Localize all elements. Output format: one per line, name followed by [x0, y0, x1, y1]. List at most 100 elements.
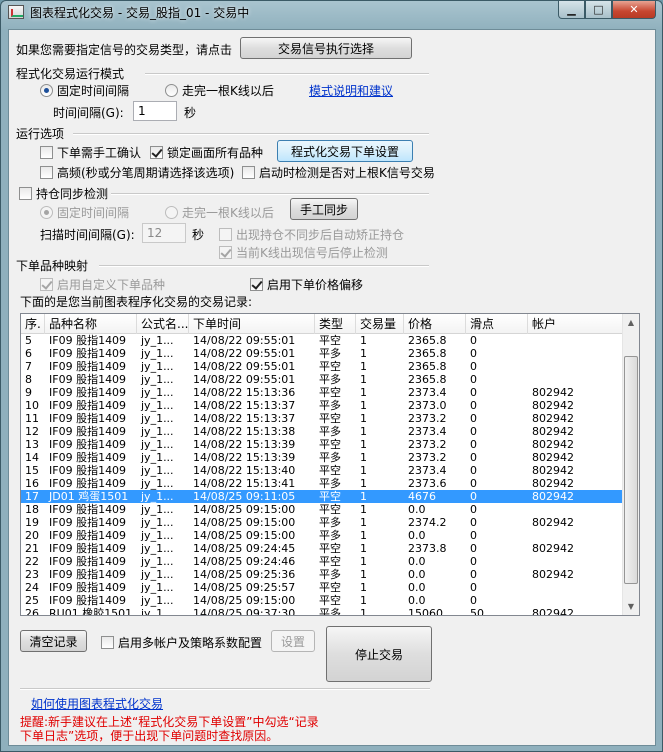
run-mode-divider — [145, 73, 429, 75]
table-row[interactable]: 18 IF09 股指1409 jy_1... 14/08/25 09:15:00 平空 1… — [21, 503, 623, 516]
tip-line-2: 下单日志”选项，便于出现下单问题时查找原因。 — [20, 729, 279, 743]
table-row[interactable]: 24 IF09 股指1409 jy_1... 14/08/25 09:25:57 平空 1… — [21, 581, 623, 594]
manual-confirm-checkbox[interactable]: 下单需手工确认 — [40, 144, 141, 161]
table-cell: IF09 股指1409 — [49, 438, 127, 451]
table-cell: 24 — [25, 581, 39, 594]
column-header[interactable]: 价格 — [404, 314, 466, 334]
table-cell: IF09 股指1409 — [49, 529, 127, 542]
settings-button[interactable]: 设置 — [271, 630, 315, 652]
table-cell: IF09 股指1409 — [49, 503, 127, 516]
table-cell: 0 — [470, 516, 477, 529]
close-button[interactable]: ✕ — [612, 1, 656, 19]
column-header[interactable]: 滑点 — [466, 314, 528, 334]
sync-fixed-option[interactable]: 固定时间间隔 — [40, 204, 129, 221]
table-cell: 13 — [25, 438, 39, 451]
table-cell: 0 — [470, 503, 477, 516]
stop-trading-button[interactable]: 停止交易 — [326, 626, 432, 682]
custom-symbol-checkbox[interactable]: 启用自定义下单品种 — [40, 276, 165, 293]
checkbox-icon — [242, 166, 255, 179]
auto-correct-checkbox[interactable]: 出现持仓不同步后自动矫正持仓 — [219, 226, 404, 243]
table-cell: 平多 — [319, 451, 341, 464]
trade-records-table[interactable]: 序. 品种名称 公式名... 下单时间 类型 交易量 价格 滑点 帐户 5 IF09 股指1409… — [20, 313, 640, 616]
table-cell: 25 — [25, 594, 39, 607]
manual-sync-button[interactable]: 手工同步 — [290, 198, 358, 220]
table-cell: 1 — [360, 438, 367, 451]
multi-account-checkbox[interactable]: 启用多帐户及策略系数配置 — [101, 634, 262, 651]
table-row[interactable]: 5 IF09 股指1409 jy_1... 14/08/22 09:55:01 平空 1 2… — [21, 334, 623, 347]
table-row[interactable]: 12 IF09 股指1409 jy_1... 14/08/22 15:13:38 平多 1… — [21, 425, 623, 438]
column-header[interactable]: 类型 — [315, 314, 356, 334]
table-cell — [528, 347, 623, 360]
position-sync-divider — [111, 193, 429, 195]
maximize-button[interactable]: □ — [585, 1, 612, 19]
column-header[interactable]: 交易量 — [356, 314, 404, 334]
chart-app-icon — [8, 5, 24, 19]
table-cell: 0 — [470, 438, 477, 451]
table-cell: jy_1... — [141, 490, 174, 503]
mode-help-link[interactable]: 模式说明和建议 — [309, 82, 393, 99]
signal-select-button[interactable]: 交易信号执行选择 — [240, 37, 412, 59]
table-cell: 1 — [360, 451, 367, 464]
run-mode-bar-option[interactable]: 走完一根K线以后 — [165, 82, 274, 99]
table-cell: IF09 股指1409 — [49, 373, 127, 386]
table-row[interactable]: 14 IF09 股指1409 jy_1... 14/08/22 15:13:39 平多 1… — [21, 451, 623, 464]
table-row[interactable]: 20 IF09 股指1409 jy_1... 14/08/25 09:15:00 平多 1… — [21, 529, 623, 542]
table-row[interactable]: 6 IF09 股指1409 jy_1... 14/08/22 09:55:01 平多 1 2… — [21, 347, 623, 360]
table-row[interactable]: 19 IF09 股指1409 jy_1... 14/08/25 09:15:00 平多 1… — [21, 516, 623, 529]
table-row[interactable]: 25 IF09 股指1409 jy_1... 14/08/25 09:15:00 平空 1… — [21, 594, 623, 607]
table-row[interactable]: 16 IF09 股指1409 jy_1... 14/08/22 15:13:41 平多 1… — [21, 477, 623, 490]
clear-records-button[interactable]: 清空记录 — [20, 630, 87, 652]
table-cell: JD01 鸡蛋1501 — [49, 490, 129, 503]
minimize-button[interactable]: ▁ — [558, 1, 585, 19]
title-bar[interactable]: 图表程式化交易 - 交易_股指_01 - 交易中 ▁ □ ✕ — [1, 1, 662, 23]
table-cell: 0 — [470, 581, 477, 594]
table-row[interactable]: 13 IF09 股指1409 jy_1... 14/08/22 15:13:39 平空 1… — [21, 438, 623, 451]
table-row[interactable]: 10 IF09 股指1409 jy_1... 14/08/22 15:13:37 平多 1… — [21, 399, 623, 412]
scan-interval-input[interactable]: 12 — [142, 223, 186, 243]
table-cell: 802942 — [532, 542, 574, 555]
table-row[interactable]: 26 RU01 橡胶1501 jy_1... 14/08/25 09:37:30 平多 1… — [21, 607, 623, 616]
scroll-up-button[interactable]: ▲ — [623, 314, 639, 331]
order-settings-button[interactable]: 程式化交易下单设置 — [277, 140, 413, 162]
table-cell: 14/08/25 09:37:30 — [193, 607, 296, 616]
table-row[interactable]: 9 IF09 股指1409 jy_1... 14/08/22 15:13:36 平空 1 2… — [21, 386, 623, 399]
table-cell: 平空 — [319, 412, 341, 425]
column-header[interactable]: 品种名称 — [45, 314, 137, 334]
scroll-thumb[interactable] — [624, 356, 638, 584]
table-row[interactable]: 7 IF09 股指1409 jy_1... 14/08/22 09:55:01 平空 1 2… — [21, 360, 623, 373]
lock-all-checkbox[interactable]: 锁定画面所有品种 — [150, 144, 263, 161]
table-cell: IF09 股指1409 — [49, 542, 127, 555]
check-last-bar-checkbox[interactable]: 启动时检测是否对上根K信号交易 — [242, 164, 435, 181]
table-row[interactable]: 17 JD01 鸡蛋1501 jy_1... 14/08/25 09:11:05 平空 1… — [21, 490, 623, 503]
table-cell: 14/08/25 09:25:57 — [193, 581, 296, 594]
column-header[interactable]: 公式名... — [137, 314, 189, 334]
howto-link[interactable]: 如何使用图表程式化交易 — [31, 695, 163, 712]
table-cell: 2365.8 — [408, 373, 447, 386]
vertical-scrollbar[interactable]: ▲ ▼ — [622, 314, 639, 615]
table-row[interactable]: 22 IF09 股指1409 jy_1... 14/08/25 09:24:46 平空 1… — [21, 555, 623, 568]
table-cell: 2373.2 — [408, 451, 447, 464]
table-row[interactable]: 23 IF09 股指1409 jy_1... 14/08/25 09:25:36 平多 1… — [21, 568, 623, 581]
run-mode-fixed-option[interactable]: 固定时间间隔 — [40, 82, 129, 99]
table-cell: 平多 — [319, 529, 341, 542]
high-freq-checkbox[interactable]: 高频(秒或分笔周期请选择该选项) — [40, 164, 234, 181]
table-cell: 14/08/22 15:13:39 — [193, 438, 296, 451]
column-header[interactable]: 帐户 — [528, 314, 623, 334]
table-row[interactable]: 11 IF09 股指1409 jy_1... 14/08/22 15:13:37 平空 1… — [21, 412, 623, 425]
scroll-down-button[interactable]: ▼ — [623, 598, 639, 615]
column-header[interactable]: 下单时间 — [189, 314, 315, 334]
table-cell: 14/08/22 15:13:41 — [193, 477, 296, 490]
price-offset-checkbox[interactable]: 启用下单价格偏移 — [250, 276, 363, 293]
table-cell: jy_1... — [141, 464, 174, 477]
mapping-divider — [99, 265, 429, 267]
table-row[interactable]: 8 IF09 股指1409 jy_1... 14/08/22 09:55:01 平多 1 2… — [21, 373, 623, 386]
interval-input[interactable]: 1 — [133, 101, 177, 121]
position-sync-checkbox[interactable]: 持仓同步检测 — [19, 185, 108, 202]
stop-on-signal-checkbox[interactable]: 当前K线出现信号后停止检测 — [219, 244, 388, 261]
mapping-title: 下单品种映射 — [16, 259, 89, 273]
table-row[interactable]: 21 IF09 股指1409 jy_1... 14/08/25 09:24:45 平空 1… — [21, 542, 623, 555]
column-header[interactable]: 序. — [21, 314, 45, 334]
sync-bar-option[interactable]: 走完一根K线以后 — [165, 204, 274, 221]
table-row[interactable]: 15 IF09 股指1409 jy_1... 14/08/22 15:13:40 平空 1… — [21, 464, 623, 477]
table-cell: 11 — [25, 412, 39, 425]
